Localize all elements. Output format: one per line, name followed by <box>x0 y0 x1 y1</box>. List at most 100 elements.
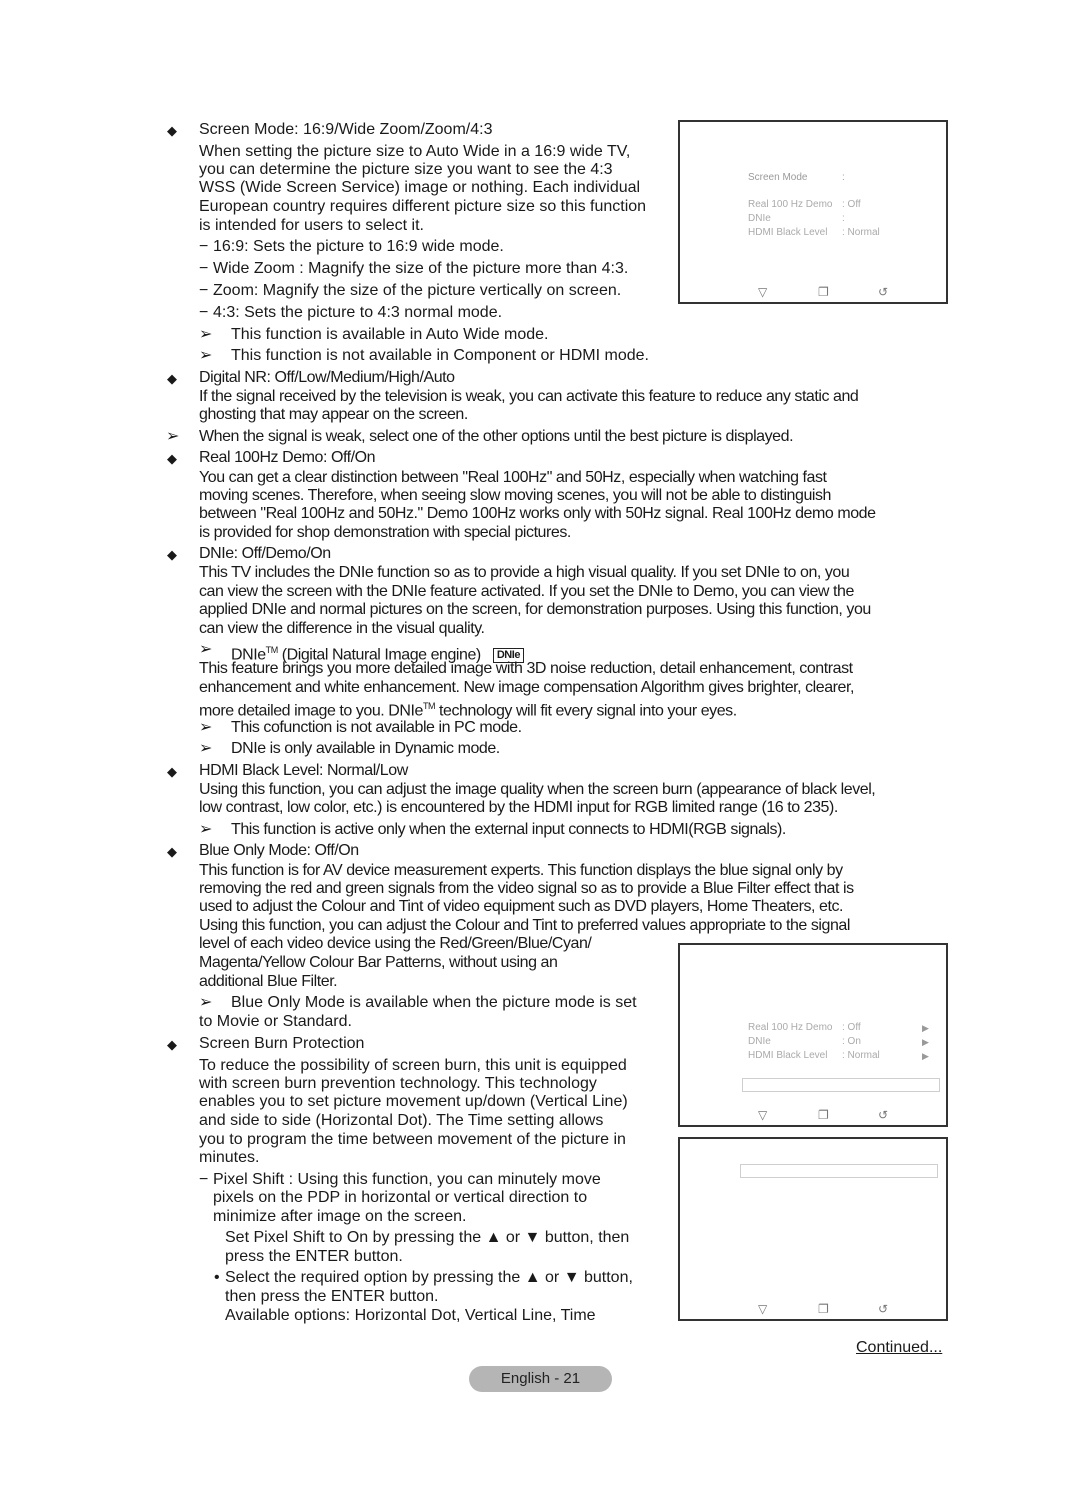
osd-navigation-icons: ▽ ❐ ↺ <box>758 285 898 299</box>
paragraph-line: used to adjust the Colour and Tint of vi… <box>199 898 843 915</box>
osd-highlight-bar <box>740 1164 938 1178</box>
osd-row: HDMI Black Level : Normal <box>748 226 928 240</box>
paragraph-line: applied DNIe and normal pictures on the … <box>199 601 871 618</box>
note-arrow-icon: ➢ <box>199 326 213 343</box>
return-icon: ↺ <box>878 1108 889 1122</box>
option-dash-icon: − <box>199 260 209 277</box>
continued-link: Continued... <box>856 1339 943 1356</box>
osd-menu-screenshot-1: Screen Mode : Real 100 Hz Demo : Off DNI… <box>678 120 948 304</box>
osd-row-value: : Normal <box>842 227 880 238</box>
step-line: then press the ENTER button. <box>225 1288 439 1305</box>
osd-row: DNIe : On ▶ <box>748 1035 938 1049</box>
diamond-bullet-icon: ◆ <box>167 764 177 779</box>
osd-row: Real 100 Hz Demo : Off <box>748 198 928 212</box>
osd-row-label: Screen Mode <box>748 172 808 183</box>
submenu-arrow-icon: ▶ <box>922 1051 929 1061</box>
note-line: This function is active only when the ex… <box>231 821 786 838</box>
return-icon: ↺ <box>878 1302 889 1316</box>
osd-row-label: DNIe <box>748 213 771 224</box>
osd-navigation-icons: ▽ ❐ ↺ <box>758 1302 898 1316</box>
osd-row-label: HDMI Black Level <box>748 227 828 238</box>
paragraph-line: European country requires different pict… <box>199 198 647 215</box>
paragraph-line: with screen burn prevention technology. … <box>199 1075 597 1092</box>
paragraph-line: This feature brings you more detailed im… <box>199 660 853 677</box>
osd-row-value: : <box>842 213 845 224</box>
paragraph-line: To reduce the possibility of screen burn… <box>199 1057 627 1074</box>
note-line: DNIe is only available in Dynamic mode. <box>231 740 500 757</box>
osd-menu-screenshot-2: Real 100 Hz Demo : Off ▶ DNIe : On ▶ HDM… <box>678 943 948 1127</box>
paragraph-line: removing the red and green signals from … <box>199 880 854 897</box>
move-icon: ▽ <box>758 285 768 299</box>
note-line: When the signal is weak, select one of t… <box>199 428 794 445</box>
paragraph-line: minutes. <box>199 1149 260 1166</box>
paragraph-line: can view the difference in the visual qu… <box>199 620 485 637</box>
option-line: Zoom: Magnify the size of the picture ve… <box>213 282 622 299</box>
step-line: Set Pixel Shift to On by pressing the ▲ … <box>225 1229 630 1246</box>
osd-highlight-bar <box>742 1078 940 1092</box>
step-line: Select the required option by pressing t… <box>225 1269 633 1286</box>
note-arrow-icon: ➢ <box>199 740 213 757</box>
note-line: This function is not available in Compon… <box>231 347 649 364</box>
option-dash-icon: − <box>199 304 209 321</box>
enter-icon: ❐ <box>818 1108 829 1122</box>
paragraph-line: is provided for shop demonstration with … <box>199 524 571 541</box>
paragraph-line: enables you to set picture movement up/d… <box>199 1093 628 1110</box>
osd-row-value: : On <box>842 1036 861 1047</box>
diamond-bullet-icon: ◆ <box>167 123 177 138</box>
step-line: press the ENTER button. <box>225 1248 403 1265</box>
option-dash-icon: − <box>199 1171 209 1188</box>
option-line: 4:3: Sets the picture to 4:3 normal mode… <box>213 304 503 321</box>
osd-row-value: : Normal <box>842 1050 880 1061</box>
note-line: This cofunction is not available in PC m… <box>231 719 522 736</box>
osd-row-label: Real 100 Hz Demo <box>748 1022 833 1033</box>
osd-row-value: : Off <box>842 1022 861 1033</box>
paragraph-line: This TV includes the DNIe function so as… <box>199 564 850 581</box>
note-line: This function is available in Auto Wide … <box>231 326 549 343</box>
note-arrow-icon: ➢ <box>199 821 213 838</box>
option-dash-icon: − <box>199 238 209 255</box>
note-arrow-icon: ➢ <box>199 719 213 736</box>
osd-row-label: HDMI Black Level <box>748 1050 828 1061</box>
osd-navigation-icons: ▽ ❐ ↺ <box>758 1108 898 1122</box>
diamond-bullet-icon: ◆ <box>167 844 177 859</box>
section-heading: Blue Only Mode: Off/On <box>199 842 359 859</box>
pixel-shift-line: minimize after image on the screen. <box>213 1208 467 1225</box>
note-arrow-icon: ➢ <box>199 994 213 1011</box>
paragraph-line: can view the screen with the DNIe featur… <box>199 583 854 600</box>
paragraph-line: This function is for AV device measureme… <box>199 862 843 879</box>
paragraph-line: If the signal received by the television… <box>199 388 859 405</box>
osd-row-label: Real 100 Hz Demo <box>748 199 833 210</box>
note-line: Blue Only Mode is available when the pic… <box>231 994 637 1011</box>
step-line: Available options: Horizontal Dot, Verti… <box>225 1307 596 1324</box>
note-arrow-icon: ➢ <box>199 641 213 658</box>
paragraph-line: Using this function, you can adjust the … <box>199 917 850 934</box>
enter-icon: ❐ <box>818 285 829 299</box>
move-icon: ▽ <box>758 1302 768 1316</box>
osd-row: Screen Mode : <box>748 171 928 185</box>
paragraph-line: You can get a clear distinction between … <box>199 469 827 486</box>
paragraph-line: more detailed image to you. DNIeTM techn… <box>199 697 737 721</box>
paragraph-line: you can determine the picture size you w… <box>199 161 613 178</box>
diamond-bullet-icon: ◆ <box>167 451 177 466</box>
pixel-shift-line: pixels on the PDP in horizontal or verti… <box>213 1189 588 1206</box>
osd-row: HDMI Black Level : Normal ▶ <box>748 1049 938 1063</box>
diamond-bullet-icon: ◆ <box>167 371 177 386</box>
osd-menu-screenshot-3: ▽ ❐ ↺ <box>678 1137 948 1321</box>
paragraph-line: you to program the time between movement… <box>199 1131 626 1148</box>
paragraph-line: level of each video device using the Red… <box>199 935 592 952</box>
submenu-arrow-icon: ▶ <box>922 1023 929 1033</box>
paragraph-text: technology will fit every signal into yo… <box>435 702 737 720</box>
return-icon: ↺ <box>878 285 889 299</box>
move-icon: ▽ <box>758 1108 768 1122</box>
enter-icon: ❐ <box>818 1302 829 1316</box>
section-heading: Screen Mode: 16:9/Wide Zoom/Zoom/4:3 <box>199 121 493 138</box>
paragraph-line: moving scenes. Therefore, when seeing sl… <box>199 487 832 504</box>
trademark-sup: TM <box>422 701 436 711</box>
section-heading: DNIe: Off/Demo/On <box>199 545 331 562</box>
trademark-sup: TM <box>265 645 279 655</box>
note-line: to Movie or Standard. <box>199 1013 352 1030</box>
osd-row: DNIe : <box>748 212 928 226</box>
paragraph-line: between "Real 100Hz and 50Hz." Demo 100H… <box>199 505 876 522</box>
paragraph-line: Using this function, you can adjust the … <box>199 781 876 798</box>
osd-row: Real 100 Hz Demo : Off ▶ <box>748 1021 938 1035</box>
